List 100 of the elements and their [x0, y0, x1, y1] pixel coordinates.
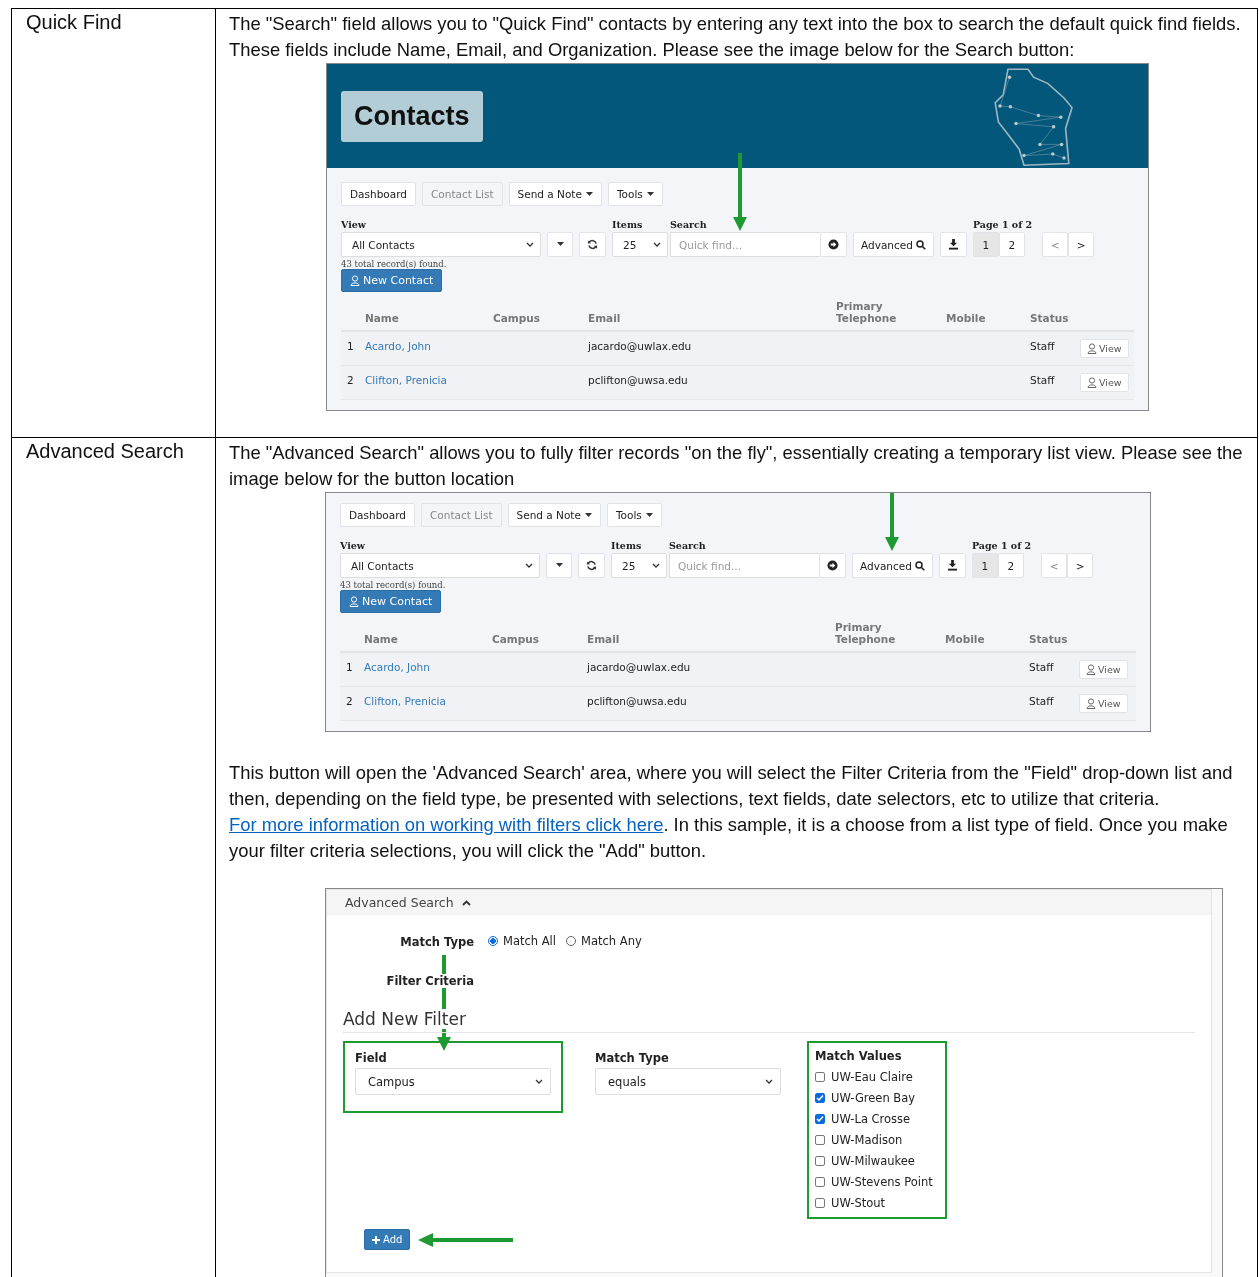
view-button[interactable]: View [1079, 660, 1128, 679]
items-select[interactable]: 25 [611, 553, 667, 578]
download-button[interactable] [939, 232, 967, 257]
row-number: 2 [346, 373, 355, 386]
page-button[interactable]: 2 [998, 232, 1025, 257]
user-icon [350, 275, 360, 286]
download-icon [946, 560, 958, 571]
refresh-icon [586, 560, 597, 571]
items-select[interactable]: 25 [612, 232, 668, 257]
field-label: Field [355, 1051, 388, 1065]
nav-button[interactable]: Dashboard [341, 182, 416, 206]
radio-option[interactable]: Match Any [566, 934, 642, 948]
checkbox-option[interactable]: UW-Stevens Point [815, 1171, 939, 1192]
page-button[interactable]: 2 [997, 553, 1024, 578]
view-select[interactable]: All Contacts [341, 232, 541, 257]
form-label: Match Type [400, 935, 474, 949]
view-select[interactable]: All Contacts [340, 553, 540, 578]
table-cell-text: jacardo@uwlax.edu [588, 339, 693, 352]
contact-name-link[interactable]: Acardo, John [365, 332, 493, 352]
link[interactable]: For more information on working with filters click here [229, 814, 664, 835]
dropdown-button[interactable] [547, 232, 573, 257]
advanced-button[interactable]: Advanced [853, 232, 934, 257]
table-cell-text: Staff [1030, 373, 1056, 386]
field-label: View [341, 219, 368, 230]
search-go-button[interactable] [819, 553, 846, 578]
field-select[interactable]: Campus [355, 1068, 551, 1095]
nav-button[interactable]: Send a Note [508, 182, 602, 206]
field-label: Match Type [595, 1051, 670, 1065]
dropdown-button[interactable] [546, 553, 572, 578]
checkbox[interactable] [815, 1176, 825, 1187]
nav-button[interactable]: Tools [606, 503, 662, 527]
search-field[interactable]: Quick find... [669, 553, 819, 578]
nav-button[interactable]: Dashboard [340, 503, 415, 527]
row-label: Advanced Search [26, 440, 185, 463]
caret-icon [585, 191, 593, 197]
caret-icon [556, 242, 564, 247]
contact-name-link[interactable]: Clifton, Prenicia [365, 366, 493, 386]
plus-icon [372, 1235, 380, 1244]
check-icon [816, 1093, 824, 1102]
previous-page-button[interactable]: < [1041, 553, 1068, 578]
checkbox-option[interactable]: UW-La Crosse [815, 1108, 939, 1129]
field-label: Items [611, 540, 643, 551]
checkbox-option[interactable]: UW-Eau Claire [815, 1066, 939, 1087]
chevron-down-icon [652, 563, 660, 568]
checkbox[interactable] [815, 1071, 825, 1082]
view-button[interactable]: View [1079, 694, 1128, 713]
checkbox[interactable] [815, 1134, 825, 1145]
checkbox[interactable] [815, 1113, 825, 1124]
checkbox[interactable] [815, 1155, 825, 1166]
paragraph: The "Advanced Search" allows you to fully filter records "on the fly", essentially creating a temporary list view. Please see the image below for the button location [229, 441, 1244, 491]
page-button[interactable]: 1 [971, 553, 998, 578]
contact-name-link[interactable]: Clifton, Prenicia [364, 687, 492, 707]
nav-button[interactable]: Send a Note [507, 503, 601, 527]
chevron-down-icon [535, 1079, 543, 1084]
field-label: Search [670, 219, 708, 230]
field-label: View [340, 540, 367, 551]
column-header: Primary Telephone [835, 621, 897, 647]
search-icon [915, 239, 926, 250]
table-cell-text: pclifton@uwsa.edu [587, 694, 688, 707]
view-button[interactable]: View [1080, 373, 1129, 392]
page-label: Page 1 of 2 [972, 219, 1033, 230]
match-type-select[interactable]: equals [595, 1068, 781, 1095]
nav-button[interactable]: Tools [607, 182, 663, 206]
search-field[interactable]: Quick find... [670, 232, 820, 257]
view-button[interactable]: View [1080, 339, 1129, 358]
checkbox[interactable] [815, 1092, 825, 1103]
page-button[interactable]: 1 [972, 232, 999, 257]
checkbox-option[interactable]: UW-Stout [815, 1192, 939, 1213]
row-number: 2 [345, 694, 354, 707]
check-icon [816, 1114, 824, 1123]
row-number: 1 [345, 660, 354, 673]
field-label: Match Values [815, 1049, 903, 1063]
contact-name-link[interactable]: Acardo, John [364, 653, 492, 673]
record-count: 43 total record(s) found. [340, 580, 447, 590]
search-go-button[interactable] [820, 232, 847, 257]
paragraph: This button will open the 'Advanced Search' area, where you will select the Filter Criteria from the "Field" drop-down list and then, depending on the field type, be presented with selections, text fields, date selectors, etc to utilize that criteria. For more information on working with filters click here. In this sample, it is a choose from a list type of field. Once you make your filter criteria selections, you will click the "Add" button. [229, 761, 1234, 863]
row-label: Quick Find [26, 11, 123, 34]
chevron-down-icon [765, 1079, 773, 1084]
page-title: Contacts [341, 90, 483, 142]
download-button[interactable] [938, 553, 966, 578]
user-icon [1087, 377, 1097, 388]
add-button[interactable]: Add [364, 1229, 411, 1250]
checkbox-option[interactable]: UW-Green Bay [815, 1087, 939, 1108]
column-header: Status [1029, 633, 1069, 647]
field-label: Items [612, 219, 644, 230]
next-page-button[interactable]: > [1067, 553, 1094, 578]
radio-option[interactable]: Match All [488, 934, 556, 948]
refresh-icon [587, 239, 598, 250]
refresh-button[interactable] [579, 232, 606, 257]
next-page-button[interactable]: > [1068, 232, 1095, 257]
advanced-button[interactable]: Advanced [852, 553, 933, 578]
checkbox-option[interactable]: UW-Madison [815, 1129, 939, 1150]
checkbox-option[interactable]: UW-Milwaukee [815, 1150, 939, 1171]
new-contact-button[interactable]: New Contact [341, 269, 443, 292]
previous-page-button[interactable]: < [1042, 232, 1069, 257]
panel-header[interactable]: Advanced Search [327, 890, 1211, 915]
new-contact-button[interactable]: New Contact [340, 590, 442, 613]
refresh-button[interactable] [578, 553, 605, 578]
row-number: 1 [346, 339, 355, 352]
checkbox[interactable] [815, 1197, 825, 1208]
